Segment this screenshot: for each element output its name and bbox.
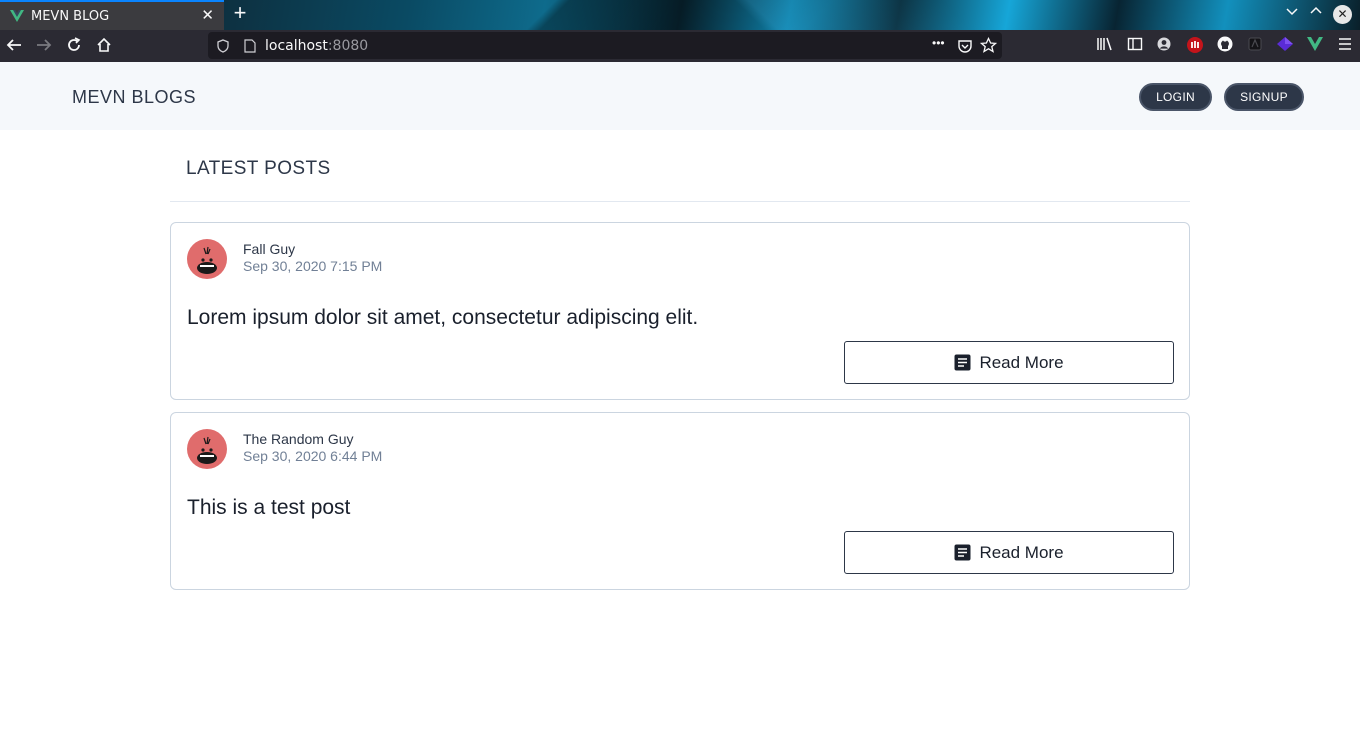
minimize-icon[interactable] [1286,5,1298,20]
reload-icon[interactable] [64,36,84,56]
extension-box-icon[interactable] [1245,36,1265,56]
brand-title[interactable]: MEVN BLOGS [72,87,196,108]
library-icon[interactable] [1095,36,1115,56]
post-date: Sep 30, 2020 6:44 PM [243,448,383,464]
maximize-icon[interactable] [1310,5,1322,20]
page-actions-icon[interactable]: ••• [932,36,945,50]
document-icon [954,354,971,371]
site-header: MEVN BLOGS LOGIN SIGNUP [0,62,1360,130]
url-host: localhost [265,37,328,54]
section-divider [170,201,1190,202]
post-card: The Random Guy Sep 30, 2020 6:44 PM This… [170,412,1190,590]
read-more-button[interactable]: Read More [844,341,1174,384]
diamond-extension-icon[interactable] [1275,36,1295,56]
post-text: Lorem ipsum dolor sit amet, consectetur … [187,306,699,329]
browser-tab[interactable]: MEVN BLOG ✕ [0,0,224,30]
page-icon [244,38,256,53]
read-more-label: Read More [979,352,1064,372]
back-icon[interactable] [4,36,24,56]
vue-devtools-icon[interactable] [1305,36,1325,56]
hamburger-menu-icon[interactable] [1335,36,1355,56]
new-tab-icon[interactable]: + [229,2,251,25]
account-icon[interactable] [1154,36,1174,56]
read-more-label: Read More [979,542,1064,562]
address-bar[interactable]: localhost :8080 ••• [208,32,1002,59]
post-text: This is a test post [187,496,351,519]
home-icon[interactable] [94,36,114,56]
section-title: LATEST POSTS [186,158,331,179]
post-date: Sep 30, 2020 7:15 PM [243,258,383,274]
signup-button[interactable]: SIGNUP [1224,83,1304,111]
ublock-icon[interactable] [1185,36,1205,56]
url-port: :8080 [327,37,369,54]
github-icon[interactable] [1215,36,1235,56]
forward-icon[interactable] [34,36,54,56]
login-button[interactable]: LOGIN [1139,83,1212,111]
avatar-face-icon [197,436,217,464]
avatar [187,239,227,279]
tab-title: MEVN BLOG [31,8,110,24]
post-author: Fall Guy [243,241,296,257]
browser-toolbar: localhost :8080 ••• [0,30,1360,62]
tab-close-icon[interactable]: ✕ [201,7,214,25]
avatar-face-icon [197,246,217,274]
shield-icon[interactable] [216,38,230,53]
post-author: The Random Guy [243,431,354,447]
bookmark-star-icon[interactable] [980,37,997,54]
vue-logo-icon [10,10,24,22]
post-card: Fall Guy Sep 30, 2020 7:15 PM Lorem ipsu… [170,222,1190,400]
sidebar-icon[interactable] [1125,36,1145,56]
window-close-icon[interactable]: ✕ [1333,5,1352,24]
avatar [187,429,227,469]
pocket-icon[interactable] [957,38,973,54]
read-more-button[interactable]: Read More [844,531,1174,574]
document-icon [954,544,971,561]
